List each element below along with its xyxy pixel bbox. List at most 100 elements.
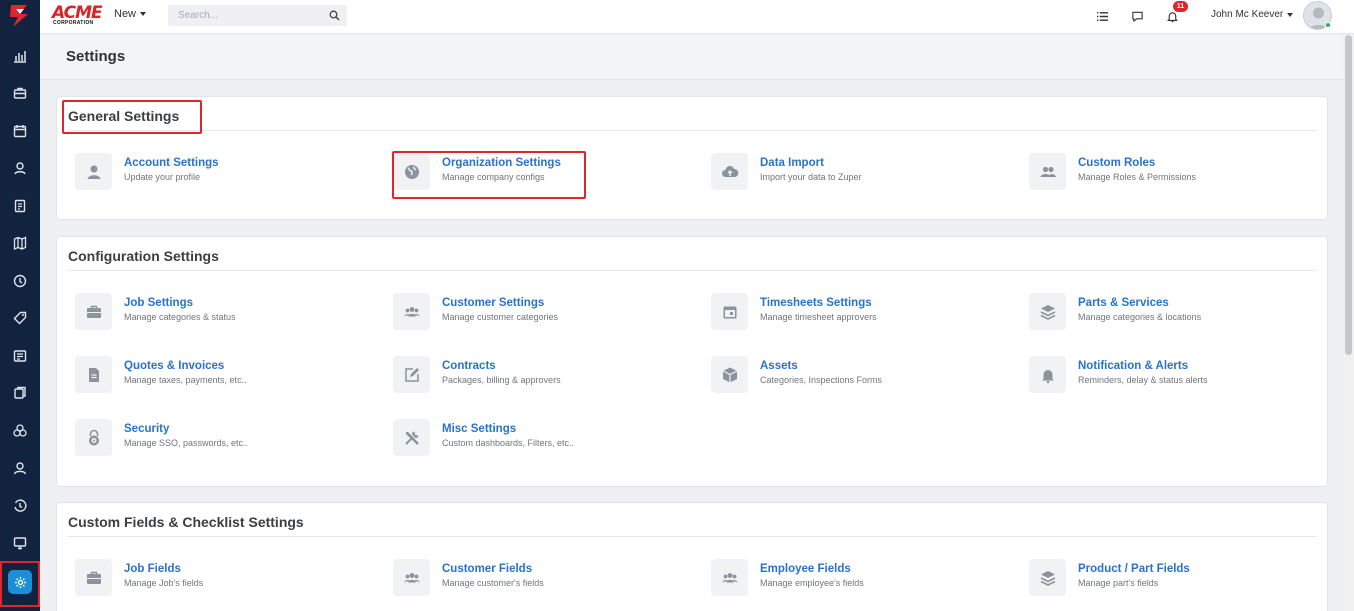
group-icon [711,559,748,596]
scrollbar-thumb[interactable] [1345,35,1352,355]
edit-icon [393,356,430,393]
jobs-icon[interactable] [8,81,32,105]
customer-settings-item[interactable]: Customer Settings Manage customer catego… [393,293,693,333]
item-subtitle: Manage timesheet approvers [760,312,877,322]
monitor-icon[interactable] [8,531,32,555]
quotes-icon[interactable] [8,344,32,368]
security-item[interactable]: Security Manage SSO, passwords, etc.. [75,419,375,459]
left-sidebar [0,0,40,611]
misc-settings-item[interactable]: Misc Settings Custom dashboards, Filters… [393,419,693,459]
page-header: Settings [40,35,1343,80]
divider [68,270,1316,271]
item-title[interactable]: Parts & Services [1078,297,1169,309]
history-icon[interactable] [8,494,32,518]
account-settings-item[interactable]: Account Settings Update your profile [75,153,375,193]
product-part-fields-item[interactable]: Product / Part Fields Manage part's fiel… [1029,559,1329,599]
highlight-box [392,151,586,199]
item-subtitle: Reminders, delay & status alerts [1078,375,1208,385]
search-icon[interactable] [329,10,340,21]
section-title: Custom Fields & Checklist Settings [68,514,304,530]
custom-roles-item[interactable]: Custom Roles Manage Roles & Permissions [1029,153,1329,193]
user-menu[interactable]: John Mc Keever [1211,9,1294,20]
item-title[interactable]: Data Import [760,157,824,169]
vertical-scrollbar[interactable] [1343,35,1354,611]
zuper-logo-icon[interactable] [7,3,33,29]
notification-badge: 11 [1173,1,1188,12]
data-import-item[interactable]: Data Import Import your data to Zuper [711,153,1011,193]
layers-icon [1029,559,1066,596]
sidebar-item-settings[interactable] [0,561,40,607]
item-title[interactable]: Notification & Alerts [1078,360,1188,372]
parts-services-item[interactable]: Parts & Services Manage categories & loc… [1029,293,1329,333]
briefcase-icon [75,293,112,330]
calendar-icon[interactable] [8,119,32,143]
item-subtitle: Packages, billing & approvers [442,375,561,385]
chat-icon[interactable] [1129,8,1145,24]
item-title[interactable]: Timesheets Settings [760,297,872,309]
section-title: Configuration Settings [68,248,219,264]
page-title: Settings [66,48,126,65]
users-icon[interactable] [8,456,32,480]
item-title[interactable]: Customer Fields [442,563,532,575]
user-name: John Mc Keever [1211,9,1284,20]
notification-alerts-item[interactable]: Notification & Alerts Reminders, delay &… [1029,356,1329,396]
cloud-upload-icon [711,153,748,190]
group-icon [393,293,430,330]
item-title[interactable]: Contracts [442,360,496,372]
item-subtitle: Manage employee's fields [760,578,864,588]
customer-fields-item[interactable]: Customer Fields Manage customer's fields [393,559,693,599]
item-title[interactable]: Security [124,423,169,435]
assets-icon[interactable] [8,419,32,443]
tag-icon[interactable] [8,306,32,330]
new-label: New [114,8,137,20]
reports-icon[interactable] [8,44,32,68]
chevron-down-icon [140,12,147,16]
item-title[interactable]: Custom Roles [1078,157,1155,169]
search-input[interactable] [168,5,347,26]
layers-icon [1029,293,1066,330]
job-fields-item[interactable]: Job Fields Manage Job's fields [75,559,375,599]
general-settings-card: General Settings Account Settings Update… [56,96,1328,220]
users-icon [1029,153,1066,190]
timesheets-settings-item[interactable]: Timesheets Settings Manage timesheet app… [711,293,1011,333]
invoices-icon[interactable] [8,194,32,218]
item-title[interactable]: Customer Settings [442,297,544,309]
parts-icon[interactable] [8,381,32,405]
settings-gear-icon[interactable] [8,570,32,594]
item-title[interactable]: Job Fields [124,563,181,575]
job-settings-item[interactable]: Job Settings Manage categories & status [75,293,375,333]
brand-subtitle: CORPORATION [53,20,94,26]
item-subtitle: Manage SSO, passwords, etc.. [124,438,249,448]
item-subtitle: Categories, Inspections Forms [760,375,883,385]
group-icon [393,559,430,596]
item-title[interactable]: Product / Part Fields [1078,563,1190,575]
timesheet-clock-icon[interactable] [8,269,32,293]
company-logo[interactable]: ACME CORPORATION [52,3,103,27]
divider [68,536,1316,537]
calendar-icon [711,293,748,330]
tools-icon [393,419,430,456]
item-title[interactable]: Job Settings [124,297,193,309]
item-subtitle: Manage part's fields [1078,578,1159,588]
item-title[interactable]: Quotes & Invoices [124,360,224,372]
configuration-settings-card: Configuration Settings Job Settings Mana… [56,236,1328,487]
map-icon[interactable] [8,231,32,255]
contracts-item[interactable]: Contracts Packages, billing & approvers [393,356,693,396]
item-subtitle: Custom dashboards, Filters, etc.. [442,438,575,448]
item-title[interactable]: Employee Fields [760,563,851,575]
item-subtitle: Manage taxes, payments, etc.. [124,375,247,385]
user-icon [75,153,112,190]
item-title[interactable]: Account Settings [124,157,219,169]
highlight-box [62,100,202,134]
dispatch-icon[interactable] [8,156,32,180]
item-title[interactable]: Misc Settings [442,423,516,435]
item-title[interactable]: Assets [760,360,798,372]
new-dropdown-button[interactable]: New [114,8,147,20]
item-subtitle: Manage customer's fields [442,578,544,588]
item-subtitle: Manage Job's fields [124,578,204,588]
assets-item[interactable]: Assets Categories, Inspections Forms [711,356,1011,396]
item-subtitle: Manage customer categories [442,312,559,322]
quotes-invoices-item[interactable]: Quotes & Invoices Manage taxes, payments… [75,356,375,396]
employee-fields-item[interactable]: Employee Fields Manage employee's fields [711,559,1011,599]
list-view-icon[interactable] [1094,8,1110,24]
